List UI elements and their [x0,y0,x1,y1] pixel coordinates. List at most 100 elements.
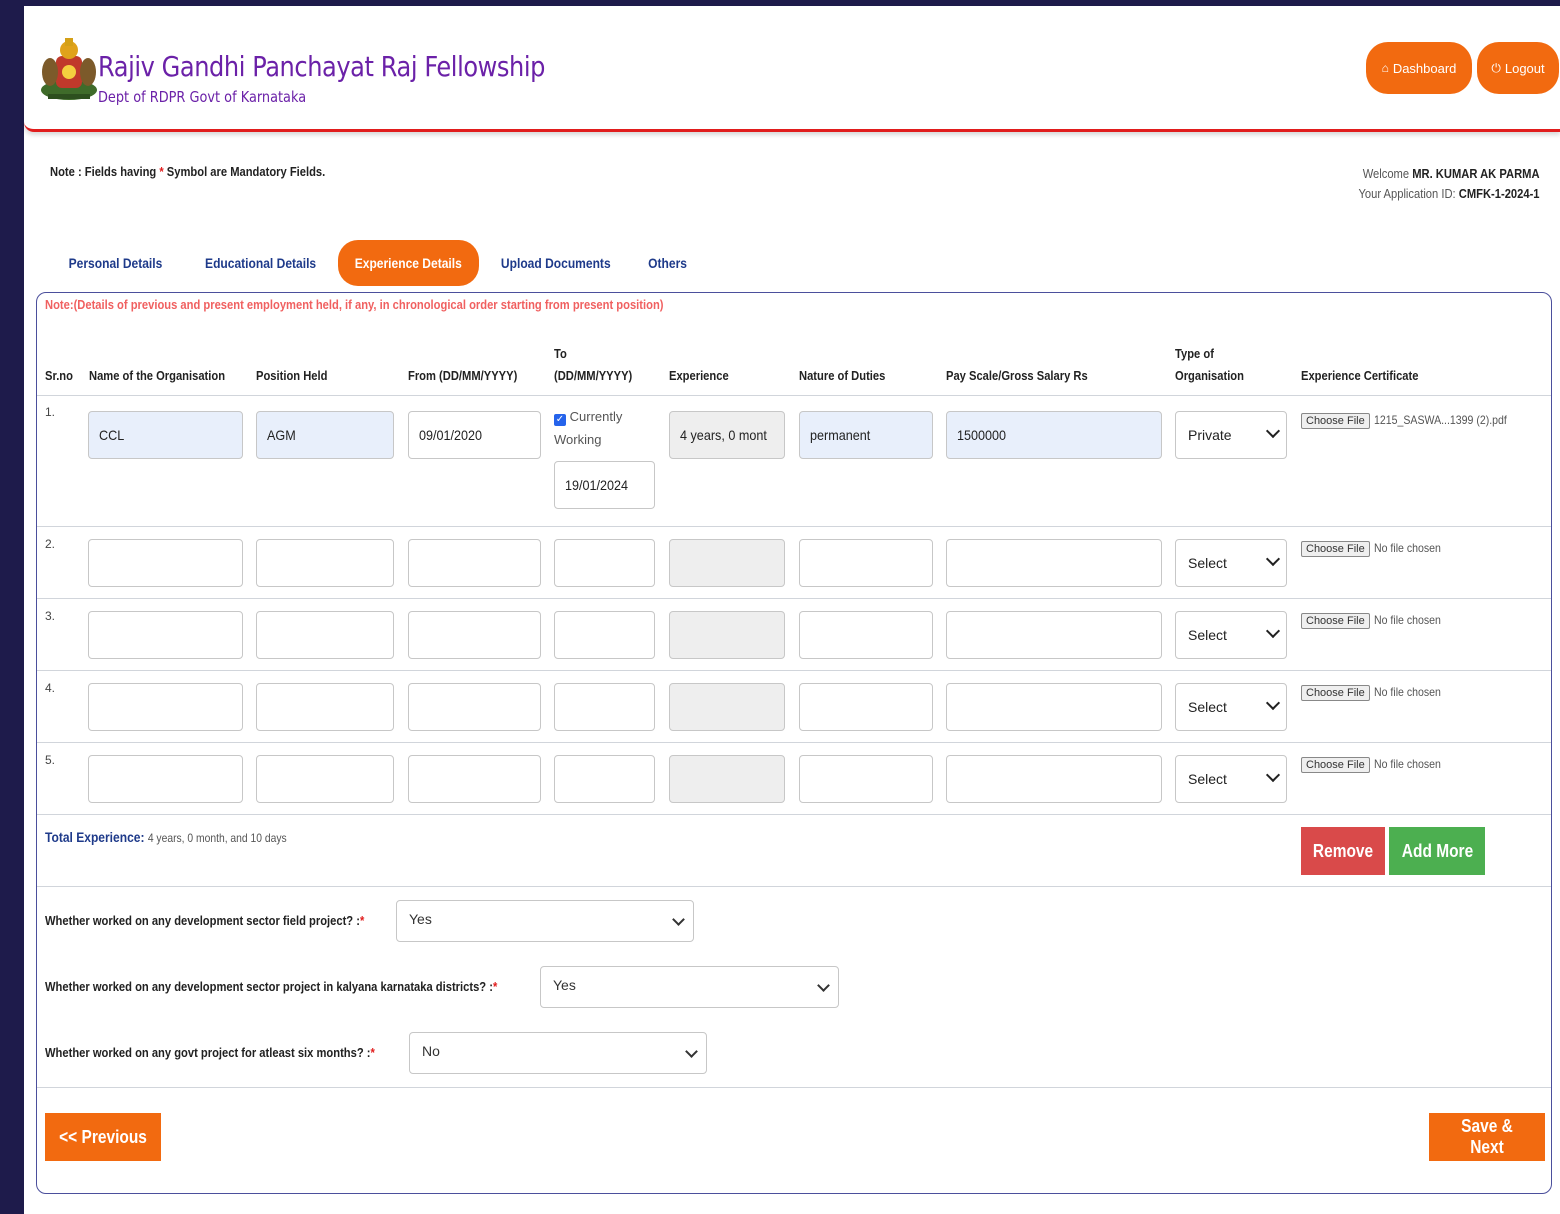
row-3-to-input[interactable] [554,611,655,659]
chevron-down-icon [672,913,685,926]
row-3-srno: 3. [45,609,56,623]
tab-educational-details[interactable]: Educational Details [183,240,338,286]
row-2-pay-input[interactable] [946,539,1162,587]
row-4-certificate-upload[interactable]: Choose File No file chosen [1301,685,1450,701]
choose-file-button[interactable]: Choose File [1301,685,1370,701]
choose-file-button[interactable]: Choose File [1301,413,1370,429]
row-3-experience-field [669,611,785,659]
site-subtitle: Dept of RDPR Govt of Karnataka [98,88,307,106]
dashboard-button[interactable]: ⌂ Dashboard [1366,42,1472,94]
chevron-down-icon [1265,695,1281,711]
row-1-certificate-upload[interactable]: Choose File 1215_SASWA...1399 (2).pdf [1301,413,1525,429]
header-pay: Pay Scale/Gross Salary Rs [946,368,1088,383]
add-more-button[interactable]: Add More [1389,827,1485,875]
row-divider [37,526,1551,527]
tab-experience-details[interactable]: Experience Details [338,240,479,286]
row-1-type-select[interactable]: Private [1175,411,1287,459]
row-4-to-input[interactable] [554,683,655,731]
save-next-button[interactable]: Save & Next [1429,1113,1545,1161]
row-1-from-input[interactable]: 09/01/2020 [408,411,541,459]
site-header: Rajiv Gandhi Panchayat Raj Fellowship De… [24,6,1560,132]
row-5-position-input[interactable] [256,755,394,803]
header-from: From (DD/MM/YYYY) [408,368,518,383]
row-4-pay-input[interactable] [946,683,1162,731]
row-3-certificate-upload[interactable]: Choose File No file chosen [1301,613,1450,629]
govt-project-select[interactable]: No [409,1032,707,1074]
row-5-certificate-upload[interactable]: Choose File No file chosen [1301,757,1450,773]
tab-personal-details[interactable]: Personal Details [48,240,183,286]
row-5-organisation-input[interactable] [88,755,243,803]
question-field-project: Whether worked on any development sector… [45,913,365,928]
file-name: 1215_SASWA...1399 (2).pdf [1373,413,1507,427]
checkbox-checked-icon[interactable]: ✓ [554,414,566,426]
choose-file-button[interactable]: Choose File [1301,757,1370,773]
row-1-currently-working[interactable]: ✓ Currently Working [554,405,634,451]
tab-upload-documents[interactable]: Upload Documents [479,240,633,286]
logout-button[interactable]: ⏻ Logout [1477,42,1559,94]
welcome-block: Welcome MR. KUMAR AK PARMA Your Applicat… [1359,164,1540,204]
power-icon: ⏻ [1491,60,1501,75]
file-name: No file chosen [1373,613,1441,627]
row-divider [37,395,1551,396]
row-2-duties-input[interactable] [799,539,933,587]
question-govt-project: Whether worked on any govt project for a… [45,1045,375,1060]
row-2-from-input[interactable] [408,539,541,587]
row-2-organisation-input[interactable] [88,539,243,587]
row-5-from-input[interactable] [408,755,541,803]
question-kalyana-karnataka: Whether worked on any development sector… [45,979,498,994]
mandatory-note: Note : Fields having * Symbol are Mandat… [50,164,325,179]
row-2-experience-field [669,539,785,587]
row-4-from-input[interactable] [408,683,541,731]
kalyana-karnataka-select[interactable]: Yes [540,966,839,1008]
row-5-duties-input[interactable] [799,755,933,803]
row-3-position-input[interactable] [256,611,394,659]
row-3-from-input[interactable] [408,611,541,659]
header-experience: Experience [669,368,729,383]
header-organisation: Name of the Organisation [89,368,226,383]
row-3-type-select[interactable]: Select [1175,611,1287,659]
home-icon: ⌂ [1381,61,1389,75]
welcome-label: Welcome [1363,166,1410,181]
row-3-pay-input[interactable] [946,611,1162,659]
row-4-experience-field [669,683,785,731]
row-5-to-input[interactable] [554,755,655,803]
row-3-duties-input[interactable] [799,611,933,659]
choose-file-button[interactable]: Choose File [1301,613,1370,629]
row-5-pay-input[interactable] [946,755,1162,803]
application-id: CMFK-1-2024-1 [1459,186,1540,201]
row-1-duties-input[interactable]: permanent [799,411,933,459]
row-3-organisation-input[interactable] [88,611,243,659]
row-4-organisation-input[interactable] [88,683,243,731]
file-name: No file chosen [1373,757,1441,771]
total-experience-label: Total Experience: [45,829,145,845]
row-1-organisation-input[interactable]: CCL [88,411,243,459]
row-4-srno: 4. [45,681,56,695]
logout-label: Logout [1504,60,1545,76]
note-prefix: Note : Fields having [50,164,157,179]
field-project-select[interactable]: Yes [396,900,694,942]
row-divider [37,814,1551,815]
application-id-label: Your Application ID: [1358,186,1457,201]
row-5-type-select[interactable]: Select [1175,755,1287,803]
header-to: To (DD/MM/YYYY) [554,346,633,383]
row-5-experience-field [669,755,785,803]
header-certificate: Experience Certificate [1301,368,1419,383]
row-4-duties-input[interactable] [799,683,933,731]
user-name: MR. KUMAR AK PARMA [1412,166,1540,181]
row-divider [37,742,1551,743]
row-2-to-input[interactable] [554,539,655,587]
remove-row-button[interactable]: Remove [1301,827,1385,875]
required-star: * [159,164,164,179]
row-4-type-select[interactable]: Select [1175,683,1287,731]
row-1-position-input[interactable]: AGM [256,411,394,459]
row-1-pay-input[interactable]: 1500000 [946,411,1162,459]
chevron-down-icon [1265,423,1281,439]
tab-others[interactable]: Others [632,240,703,286]
choose-file-button[interactable]: Choose File [1301,541,1370,557]
row-4-position-input[interactable] [256,683,394,731]
row-2-type-select[interactable]: Select [1175,539,1287,587]
row-2-position-input[interactable] [256,539,394,587]
row-1-to-input[interactable]: 19/01/2024 [554,461,655,509]
previous-button[interactable]: << Previous [45,1113,161,1161]
row-2-certificate-upload[interactable]: Choose File No file chosen [1301,541,1450,557]
